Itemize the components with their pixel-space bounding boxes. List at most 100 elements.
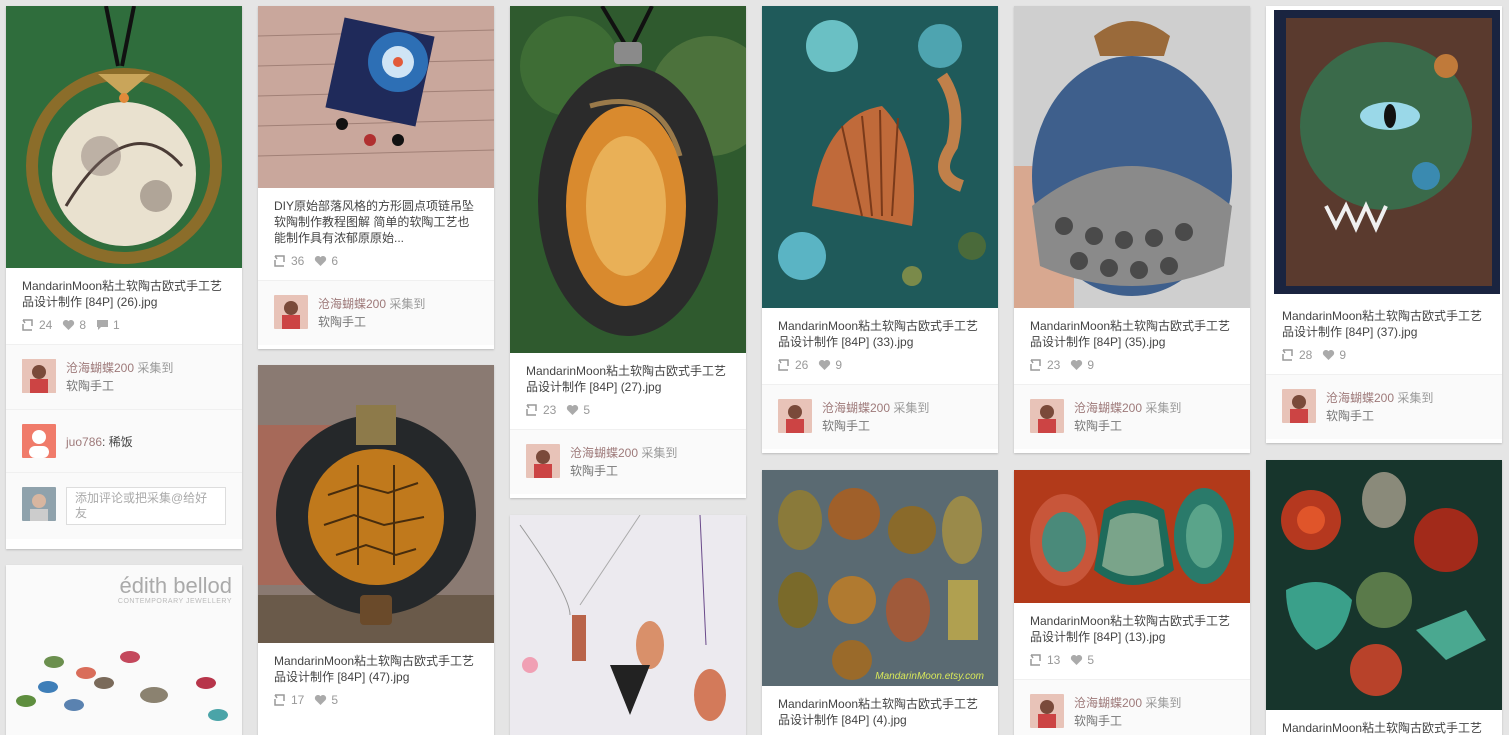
board-link[interactable]: 软陶手工 bbox=[570, 462, 677, 480]
like-count[interactable]: 9 bbox=[1322, 348, 1346, 362]
repin-number: 13 bbox=[1047, 653, 1061, 667]
pin-description: MandarinMoon粘土软陶古欧式手工艺品设计制作 [84P] (33).j… bbox=[778, 319, 979, 349]
like-count[interactable]: 9 bbox=[818, 358, 842, 372]
heart-icon bbox=[315, 255, 327, 266]
pendant-photo bbox=[6, 6, 242, 268]
via-username[interactable]: 沧海蝴蝶200 bbox=[570, 446, 638, 460]
pin-card[interactable]: MandarinMoon粘土软陶古欧式手工艺品设计制作 [84P] (27).j… bbox=[510, 6, 746, 498]
pin-card[interactable]: MandarinMoon粘土软陶古欧式手工艺品设计制作 [84P] (26).j… bbox=[6, 6, 242, 549]
like-count[interactable]: 5 bbox=[1070, 653, 1094, 667]
repin-icon bbox=[274, 255, 285, 267]
like-count[interactable]: 6 bbox=[314, 254, 338, 268]
like-count[interactable]: 5 bbox=[566, 403, 590, 417]
repin-count[interactable]: 36 bbox=[274, 254, 304, 268]
via-username[interactable]: 沧海蝴蝶200 bbox=[66, 361, 134, 375]
board-link[interactable]: 软陶手工 bbox=[1074, 417, 1181, 435]
pin-description: DIY原始部落风格的方形圆点项链吊坠软陶制作教程图解 简单的软陶工艺也能制作具有… bbox=[274, 199, 475, 245]
repin-count[interactable]: 28 bbox=[1282, 348, 1312, 362]
avatar[interactable] bbox=[22, 359, 56, 393]
avatar[interactable] bbox=[274, 295, 308, 329]
board-link[interactable]: 软陶手工 bbox=[318, 313, 425, 331]
pin-via: 沧海蝴蝶200 采集到 软陶手工 bbox=[1014, 384, 1250, 449]
comment-number: 1 bbox=[113, 318, 120, 332]
repin-count[interactable]: 24 bbox=[22, 318, 52, 332]
repin-icon bbox=[22, 319, 33, 331]
via-action: 采集到 bbox=[893, 401, 930, 415]
pin-card[interactable]: MandarinMoon粘土软陶古欧式手工艺品设计制作 [84P] (37).j… bbox=[1266, 6, 1502, 443]
board-link[interactable]: 软陶手工 bbox=[1326, 407, 1433, 425]
like-count[interactable]: 5 bbox=[314, 693, 338, 707]
board-link[interactable]: 软陶手工 bbox=[66, 377, 173, 395]
comment-icon bbox=[97, 320, 109, 330]
avatar[interactable] bbox=[1030, 694, 1064, 728]
pin-description: MandarinMoon粘土软陶古欧式手工艺品设计制作 [84P] (35).j… bbox=[1030, 319, 1231, 349]
comment-username[interactable]: juo786 bbox=[66, 435, 102, 449]
pin-image[interactable] bbox=[258, 6, 494, 188]
via-username[interactable]: 沧海蝴蝶200 bbox=[1326, 391, 1394, 405]
like-number: 5 bbox=[583, 403, 591, 417]
avatar[interactable] bbox=[1030, 399, 1064, 433]
pin-image[interactable]: édith bellod CONTEMPORARY JEWELLERY bbox=[6, 565, 242, 735]
pin-image[interactable] bbox=[510, 6, 746, 353]
pin-image[interactable] bbox=[6, 6, 242, 268]
pin-card[interactable]: MandarinMoon粘土软陶古欧式手工艺品设计制作 [84P] (35).j… bbox=[1014, 6, 1250, 453]
like-number: 5 bbox=[331, 693, 339, 707]
pin-card[interactable]: MandarinMoon粘土软陶古欧式手工艺品设计制作 [84P] (33).j… bbox=[762, 6, 998, 453]
necklaces-photo bbox=[510, 515, 746, 735]
repin-count[interactable]: 17 bbox=[274, 693, 304, 707]
pin-description: MandarinMoon粘土软陶古欧式手工艺品设计制作 [84P] (37).j… bbox=[1282, 309, 1483, 339]
repin-count[interactable]: 13 bbox=[1030, 653, 1060, 667]
pin-image[interactable] bbox=[510, 515, 746, 735]
comment-input[interactable]: 添加评论或把采集@给好友 bbox=[66, 487, 226, 525]
like-count[interactable]: 8 bbox=[62, 318, 86, 332]
pin-image[interactable] bbox=[762, 6, 998, 308]
book-photo bbox=[1266, 6, 1502, 298]
like-count[interactable]: 9 bbox=[1070, 358, 1094, 372]
pin-description: MandarinMoon粘土软陶古欧式手工艺品设计制作 [84P] (4).jp… bbox=[778, 697, 979, 727]
comment-count[interactable]: 1 bbox=[96, 318, 120, 332]
via-action: 采集到 bbox=[1145, 401, 1182, 415]
pin-image[interactable] bbox=[1266, 6, 1502, 298]
pin-via: 沧海蝴蝶200 采集到 软陶手工 bbox=[510, 429, 746, 494]
pin-card[interactable]: MandarinMoon粘土软陶古欧式手工艺品设计制作 bbox=[1266, 460, 1502, 735]
via-username[interactable]: 沧海蝴蝶200 bbox=[1074, 401, 1142, 415]
avatar[interactable] bbox=[526, 444, 560, 478]
pin-card[interactable]: édith bellod CONTEMPORARY JEWELLERY bbox=[6, 565, 242, 735]
pin-via: 沧海蝴蝶200 采集到 软陶手工 bbox=[762, 384, 998, 449]
pin-image[interactable] bbox=[1014, 6, 1250, 308]
like-number: 6 bbox=[331, 254, 339, 268]
avatar[interactable] bbox=[22, 424, 56, 458]
pin-card[interactable]: DIY原始部落风格的方形圆点项链吊坠软陶制作教程图解 简单的软陶工艺也能制作具有… bbox=[258, 6, 494, 349]
via-username[interactable]: 沧海蝴蝶200 bbox=[822, 401, 890, 415]
pin-image[interactable] bbox=[1266, 460, 1502, 710]
pin-stats: 26 9 bbox=[762, 350, 998, 384]
via-action: 采集到 bbox=[641, 446, 678, 460]
repin-count[interactable]: 26 bbox=[778, 358, 808, 372]
pin-stats: 13 5 bbox=[1014, 645, 1250, 679]
via-username[interactable]: 沧海蝴蝶200 bbox=[318, 297, 386, 311]
pin-image[interactable]: MandarinMoon.etsy.com bbox=[762, 470, 998, 686]
pin-via: 沧海蝴蝶200 采集到 软陶手工 bbox=[258, 280, 494, 345]
repin-count[interactable]: 23 bbox=[526, 403, 556, 417]
pin-stats: 36 6 bbox=[258, 246, 494, 280]
avatar[interactable] bbox=[778, 399, 812, 433]
repin-number: 23 bbox=[543, 403, 557, 417]
pin-card[interactable]: MandarinMoon.etsy.com MandarinMoon粘土软陶古欧… bbox=[762, 470, 998, 735]
repin-number: 24 bbox=[39, 318, 53, 332]
via-username[interactable]: 沧海蝴蝶200 bbox=[1074, 696, 1142, 710]
avatar[interactable] bbox=[1282, 389, 1316, 423]
pin-card[interactable]: MandarinMoon粘土软陶古欧式手工艺品设计制作 [84P] (13).j… bbox=[1014, 470, 1250, 735]
pin-image[interactable] bbox=[1014, 470, 1250, 603]
pin-image[interactable] bbox=[258, 365, 494, 643]
like-number: 5 bbox=[1087, 653, 1095, 667]
via-action: 采集到 bbox=[137, 361, 174, 375]
repin-icon bbox=[526, 404, 537, 416]
pin-card[interactable] bbox=[510, 515, 746, 735]
heart-icon bbox=[315, 694, 327, 705]
board-link[interactable]: 软陶手工 bbox=[822, 417, 929, 435]
repin-icon bbox=[1030, 359, 1041, 371]
repin-count[interactable]: 23 bbox=[1030, 358, 1060, 372]
board-link[interactable]: 软陶手工 bbox=[1074, 712, 1181, 730]
pin-card[interactable]: MandarinMoon粘土软陶古欧式手工艺品设计制作 [84P] (47).j… bbox=[258, 365, 494, 735]
repin-icon bbox=[274, 694, 285, 706]
